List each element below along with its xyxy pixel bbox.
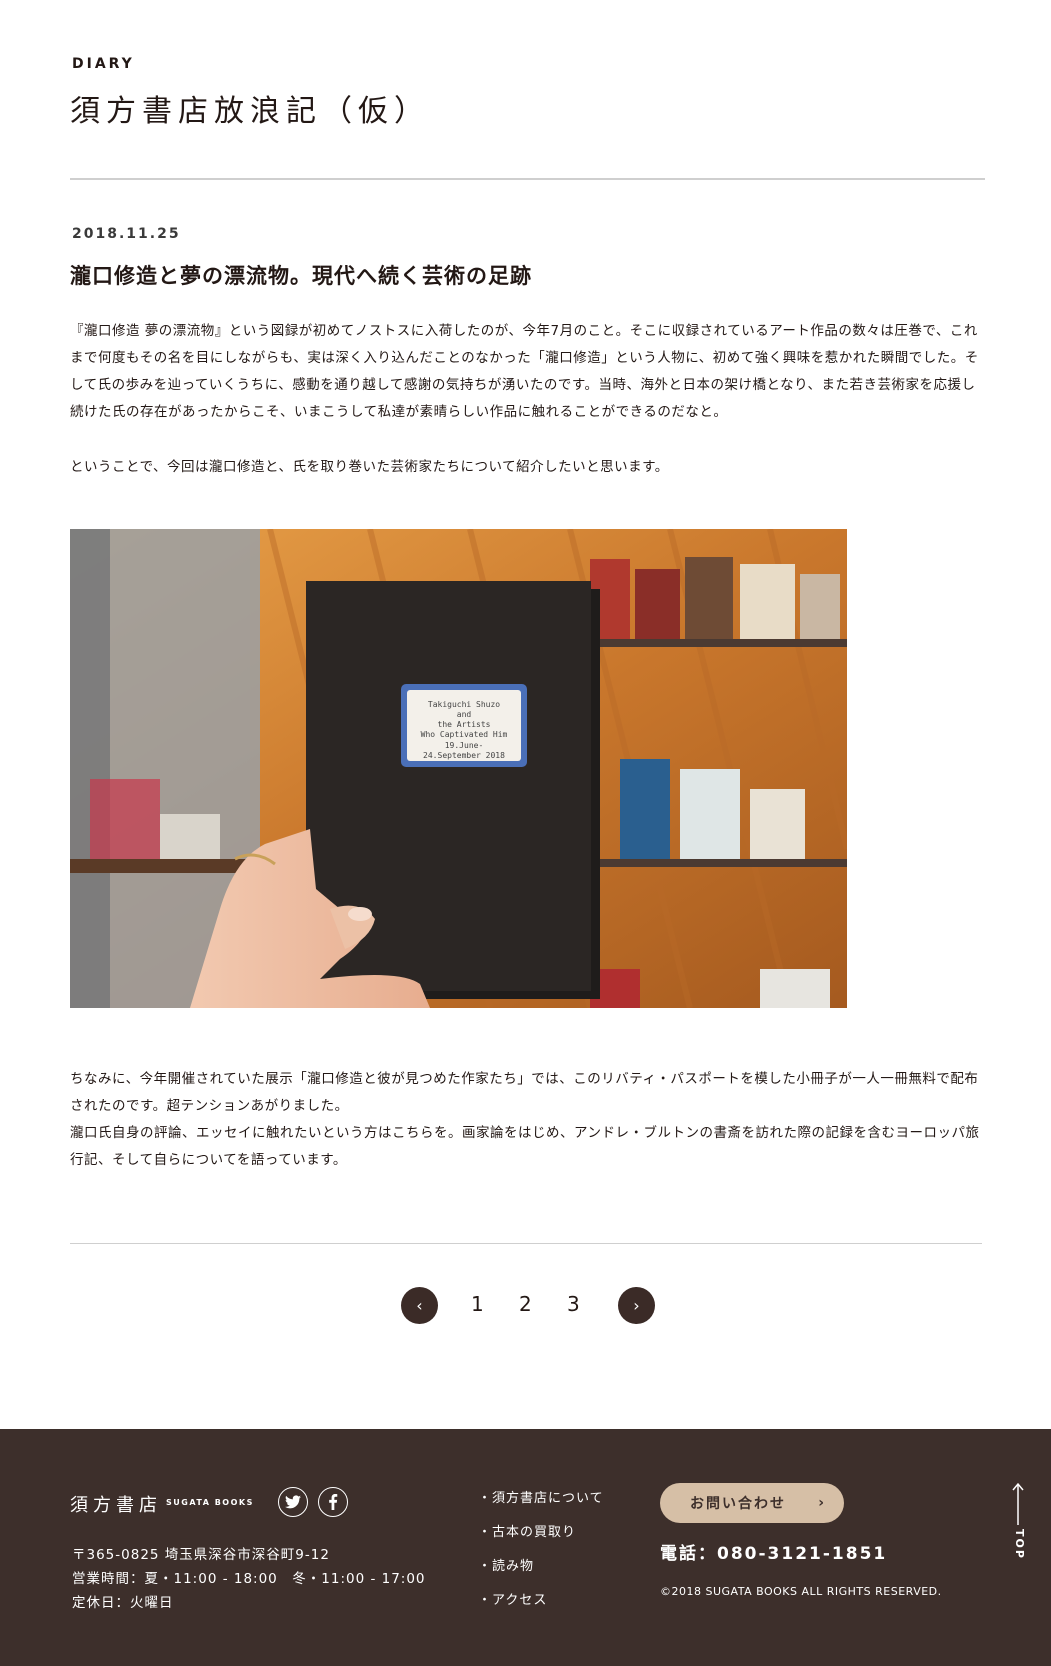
post-paragraph: 『瀧口修造 夢の漂流物』という図録が初めてノストスに入荷したのが、今年7月のこと… [70, 323, 979, 420]
photo-label-text: Takiguchi Shuzo [428, 700, 500, 709]
post-paragraph: 瀧口氏自身の評論、エッセイに触れたいという方はこちらを。画家論をはじめ、アンドレ… [70, 1125, 980, 1168]
page-link-3[interactable]: 3 [567, 1292, 580, 1316]
copyright: ©2018 SUGATA BOOKS ALL RIGHTS RESERVED. [660, 1585, 942, 1598]
post-paragraph-group: ちなみに、今年開催されていた展示「瀧口修造と彼が見つめた作家たち」では、このリバ… [70, 1066, 985, 1174]
footer-phone: 電話：080-3121-1851 [660, 1544, 888, 1564]
divider [70, 178, 985, 180]
post-paragraph: ちなみに、今年開催されていた展示「瀧口修造と彼が見つめた作家たち」では、このリバ… [70, 1071, 979, 1114]
twitter-icon [285, 1495, 301, 1509]
facebook-link[interactable] [318, 1487, 348, 1517]
page-link-1[interactable]: 1 [471, 1292, 484, 1316]
divider [70, 1243, 982, 1244]
photo-label-text: 19.June- [445, 741, 484, 750]
footer-nav-buyback[interactable]: ・古本の買取り [478, 1521, 576, 1540]
page-title: 須方書店放浪記（仮） [70, 94, 430, 129]
post-date: 2018.11.25 [72, 226, 181, 242]
post-paragraph: ということで、今回は瀧口修造と、氏を取り巻いた芸術家たちについて紹介したいと思い… [70, 459, 669, 475]
arrow-up-icon [1012, 1482, 1024, 1525]
footer-nav-access[interactable]: ・アクセス [478, 1589, 547, 1608]
footer-logo-sub: SUGATA BOOKS [166, 1498, 254, 1507]
facebook-icon [329, 1494, 338, 1510]
photo-label-text: 24.September 2018 [423, 751, 505, 760]
back-to-top-link[interactable]: TOP [1008, 1481, 1028, 1561]
post-title: 瀧口修造と夢の漂流物。現代へ続く芸術の足跡 [70, 264, 532, 288]
chevron-left-icon: ‹ [416, 1296, 423, 1315]
chevron-right-icon: › [633, 1296, 640, 1315]
next-page-button[interactable]: › [618, 1287, 655, 1324]
section-label: DIARY [72, 56, 135, 72]
footer-hours: 営業時間：夏・11:00 - 18:00 冬・11:00 - 17:00 [72, 1571, 426, 1587]
contact-button-label: お問い合わせ [690, 1496, 786, 1512]
footer: 須方書店 SUGATA BOOKS 〒365-0825 埼玉県深谷市深谷町9-1… [0, 1429, 1051, 1666]
footer-nav-reading[interactable]: ・読み物 [478, 1555, 534, 1574]
footer-nav-about[interactable]: ・須方書店について [478, 1487, 604, 1506]
prev-page-button[interactable]: ‹ [401, 1287, 438, 1324]
photo-label-text: and [457, 710, 472, 719]
page-link-2[interactable]: 2 [519, 1292, 532, 1316]
twitter-link[interactable] [278, 1487, 308, 1517]
photo-label-text: Who Captivated Him [421, 730, 508, 739]
post-photo: Takiguchi Shuzo and the Artists Who Capt… [70, 529, 847, 1008]
photo-label-text: the Artists [438, 720, 491, 729]
contact-button[interactable]: お問い合わせ › [660, 1483, 844, 1523]
footer-holiday: 定休日：火曜日 [72, 1595, 174, 1611]
chevron-right-icon: › [818, 1495, 826, 1511]
back-to-top-label: TOP [1013, 1529, 1026, 1560]
footer-address: 〒365-0825 埼玉県深谷市深谷町9-12 [72, 1547, 330, 1563]
footer-logo[interactable]: 須方書店 [70, 1491, 162, 1517]
